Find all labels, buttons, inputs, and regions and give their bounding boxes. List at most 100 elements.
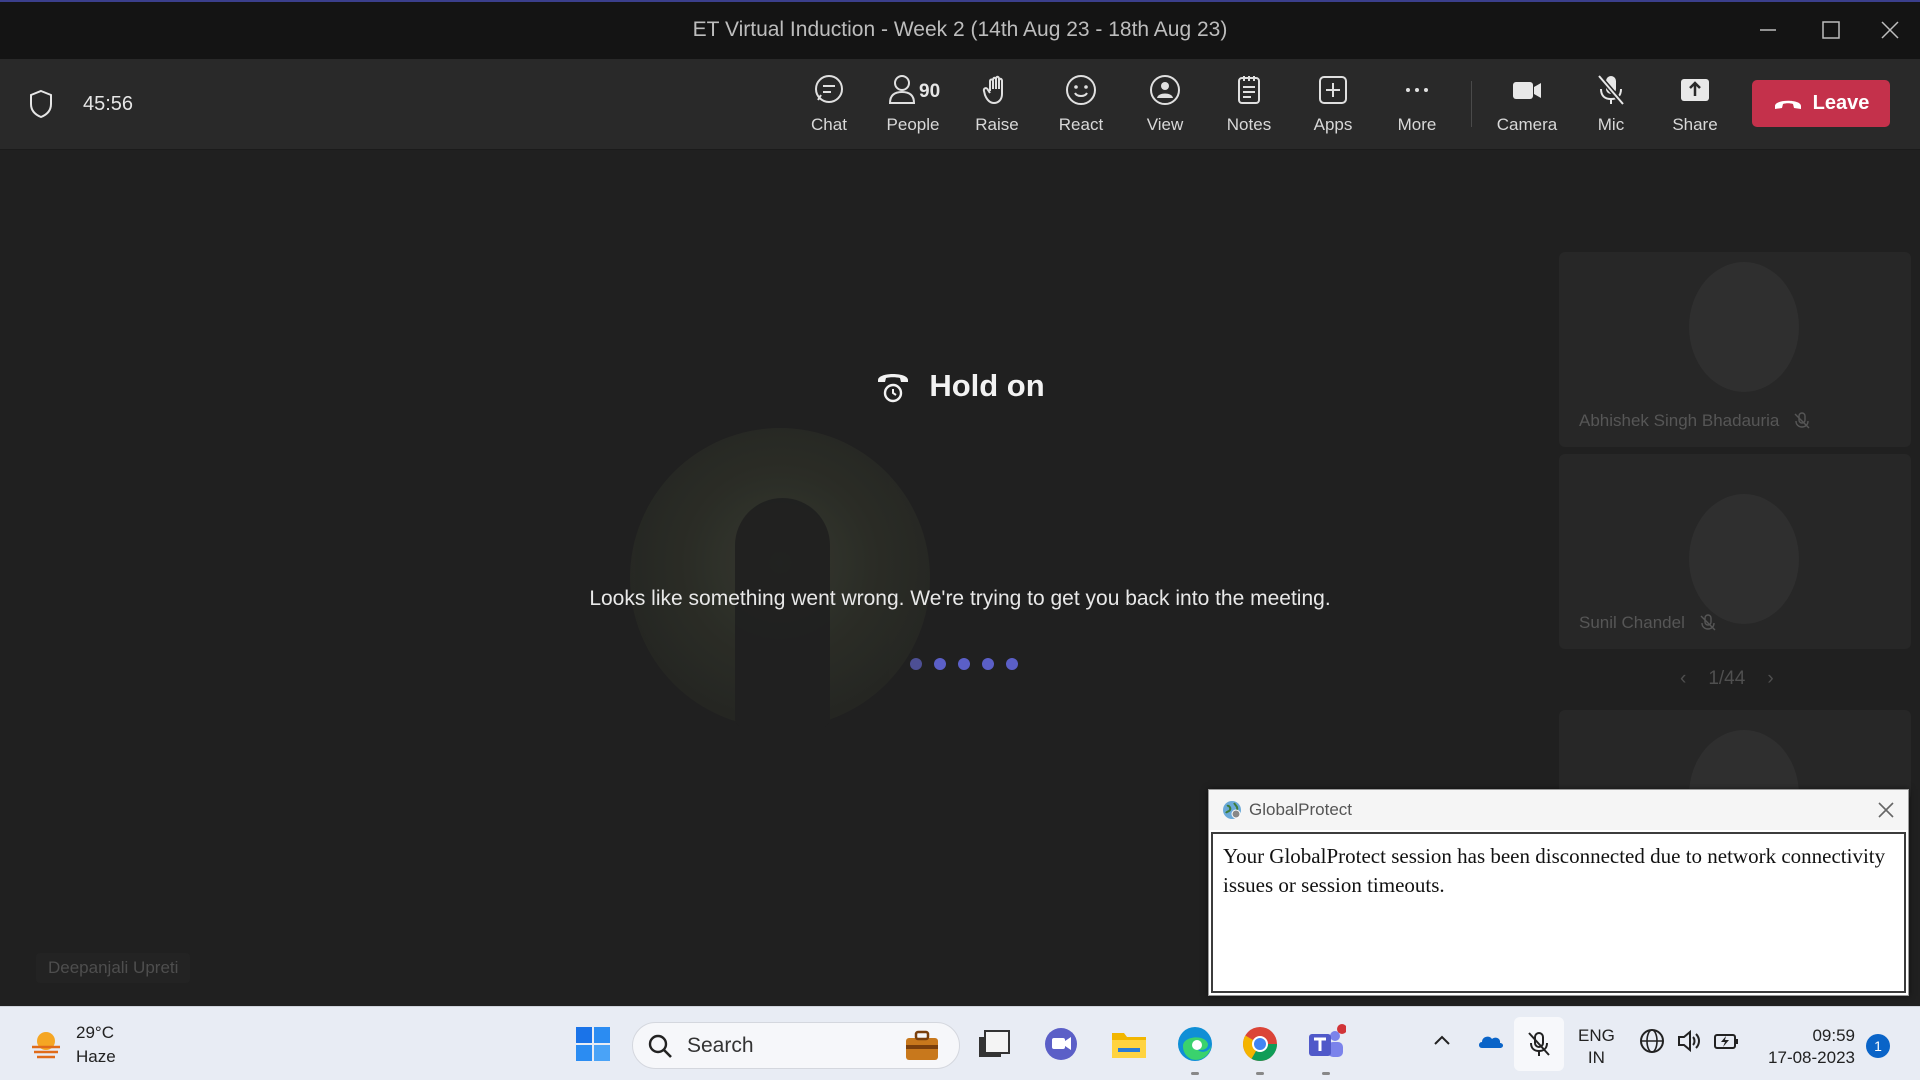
chrome-browser-button[interactable] (1240, 1024, 1280, 1075)
hold-on-panel: Hold on (0, 368, 1920, 409)
share-button[interactable]: Share (1655, 73, 1735, 143)
task-view-button[interactable] (974, 1024, 1014, 1064)
mic-muted-tray[interactable] (1514, 1017, 1564, 1071)
volume-tray[interactable] (1675, 1027, 1703, 1060)
weather-widget[interactable]: 29°C Haze (28, 1021, 116, 1069)
taskbar-clock[interactable]: 09:59 17-08-2023 (1760, 1025, 1855, 1069)
people-icon (888, 75, 916, 104)
chat-label: Chat (811, 115, 847, 134)
speaker-icon (1678, 1029, 1700, 1053)
presenter-name: Deepanjali Upreti (36, 953, 191, 983)
close-icon (1881, 21, 1899, 39)
battery-tray[interactable] (1712, 1027, 1740, 1060)
camera-button[interactable]: Camera (1487, 73, 1567, 143)
network-tray[interactable] (1638, 1027, 1666, 1060)
taskbar-search[interactable]: Search (632, 1022, 960, 1069)
teams-app-button[interactable] (1306, 1024, 1347, 1075)
start-button[interactable] (573, 1024, 613, 1064)
participant-name: Abhishek Singh Bhadauria (1579, 411, 1811, 431)
chat-icon (815, 75, 843, 103)
raise-label: Raise (975, 115, 1019, 134)
add-apps-icon (1319, 76, 1347, 104)
onedrive-cloud-icon (1479, 1036, 1503, 1048)
apps-button[interactable]: Apps (1293, 73, 1373, 143)
close-window-button[interactable] (1870, 12, 1910, 48)
mic-muted-icon (1700, 614, 1716, 631)
chevron-right-icon[interactable]: › (1767, 668, 1773, 690)
more-label: More (1397, 115, 1437, 134)
share-screen-icon (1681, 79, 1709, 101)
globe-network-icon (1640, 1029, 1664, 1053)
apps-label: Apps (1313, 115, 1353, 134)
teams-icon (1309, 1024, 1347, 1057)
participant-name: Sunil Chandel (1579, 613, 1717, 633)
pager-label: 1/44 (1708, 668, 1746, 689)
file-explorer-button[interactable] (1109, 1024, 1149, 1064)
notes-icon (1238, 76, 1260, 104)
show-hidden-icons[interactable] (1428, 1027, 1456, 1060)
weather-temp: 29°C (76, 1023, 114, 1042)
raise-hand-button[interactable]: Raise (957, 73, 1037, 143)
chevron-left-icon[interactable]: ‹ (1680, 668, 1686, 690)
view-icon (1150, 75, 1180, 105)
hold-on-title: Hold on (875, 368, 1045, 404)
leave-button[interactable]: Leave (1752, 80, 1890, 127)
close-icon[interactable] (1874, 798, 1898, 822)
minimize-icon (1760, 29, 1776, 31)
notification-badge[interactable]: 1 (1866, 1034, 1890, 1058)
title-bar: ET Virtual Induction - Week 2 (14th Aug … (0, 0, 1920, 59)
clock-date: 17-08-2023 (1768, 1048, 1855, 1067)
participant-tile[interactable] (1559, 710, 1911, 800)
hang-up-icon (1774, 100, 1801, 109)
shield-icon[interactable] (28, 89, 54, 119)
notes-button[interactable]: Notes (1209, 73, 1289, 143)
search-label: Search (687, 1033, 754, 1057)
camera-label: Camera (1496, 115, 1558, 134)
briefcase-icon (906, 1030, 938, 1060)
presenter-video-avatar (630, 428, 930, 728)
chevron-up-icon (1434, 1035, 1450, 1045)
onedrive-tray[interactable] (1477, 1027, 1505, 1060)
participant-tile[interactable]: Abhishek Singh Bhadauria (1559, 252, 1911, 447)
people-count: 90 (919, 81, 941, 102)
window-title: ET Virtual Induction - Week 2 (14th Aug … (692, 18, 1228, 41)
react-label: React (1058, 115, 1104, 134)
dialog-message: Your GlobalProtect session has been disc… (1211, 832, 1906, 993)
mic-button[interactable]: Mic (1571, 73, 1651, 143)
smiley-icon (1066, 75, 1096, 105)
mic-muted-icon (1794, 412, 1810, 429)
loading-dots (910, 658, 1018, 670)
people-button[interactable]: 90 People (873, 73, 953, 143)
input-language[interactable]: ENG IN (1578, 1025, 1615, 1069)
mic-muted-icon (1597, 74, 1625, 106)
edge-icon (1178, 1027, 1212, 1061)
teams-chat-button[interactable] (1041, 1024, 1081, 1064)
share-label: Share (1672, 115, 1718, 134)
mic-label: Mic (1597, 115, 1625, 134)
globalprotect-dialog: GlobalProtect Your GlobalProtect session… (1208, 789, 1909, 996)
search-icon (648, 1034, 672, 1058)
view-label: View (1146, 115, 1184, 134)
minimize-button[interactable] (1748, 12, 1788, 48)
windows-logo-icon (576, 1027, 610, 1061)
more-button[interactable]: More (1377, 73, 1457, 143)
participant-tile[interactable]: Sunil Chandel (1559, 454, 1911, 649)
toolbar-divider (1471, 81, 1472, 127)
dialog-header: GlobalProtect (1209, 790, 1908, 830)
globalprotect-globe-icon (1223, 801, 1241, 819)
camera-icon (1513, 82, 1541, 99)
mic-muted-icon (1528, 1032, 1550, 1056)
meeting-timer: 45:56 (83, 93, 134, 115)
leave-label: Leave (1812, 92, 1870, 114)
maximize-button[interactable] (1811, 12, 1851, 48)
edge-browser-button[interactable] (1175, 1024, 1215, 1075)
react-button[interactable]: React (1041, 73, 1121, 143)
meeting-toolbar: 45:56 Chat 90 People Raise React View No… (0, 59, 1920, 150)
windows-taskbar: 29°C Haze Search ENG IN 09:59 17-08-2023… (0, 1006, 1920, 1080)
phone-hold-icon (878, 374, 909, 403)
view-button[interactable]: View (1125, 73, 1205, 143)
task-view-icon (979, 1030, 1010, 1057)
people-label: People (886, 115, 940, 134)
hold-on-message: Looks like something went wrong. We're t… (589, 587, 1331, 610)
chat-button[interactable]: Chat (789, 73, 869, 143)
